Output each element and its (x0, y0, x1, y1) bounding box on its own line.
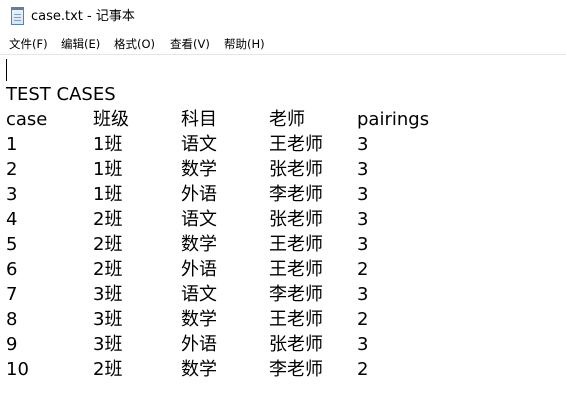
cell-teacher: 李老师 (269, 284, 323, 305)
cell-subject: 外语 (181, 259, 217, 280)
cell-pairings: 3 (357, 134, 369, 155)
cell-teacher: 王老师 (269, 234, 323, 255)
title-bar[interactable]: case.txt - 记事本 (0, 0, 566, 34)
cell-class: 3班 (93, 284, 123, 305)
cell-teacher: 王老师 (269, 134, 323, 155)
cell-case: 5 (6, 234, 18, 255)
cell-case: 4 (6, 209, 18, 230)
cell-case: 3 (6, 184, 18, 205)
menu-view[interactable]: 查看(V) (170, 36, 210, 52)
notepad-icon (11, 7, 24, 25)
document-heading: TEST CASES (6, 84, 116, 105)
cell-teacher: 李老师 (269, 184, 323, 205)
cell-subject: 数学 (181, 309, 217, 330)
cell-case: 7 (6, 284, 18, 305)
notepad-window: case.txt - 记事本 文件(F) 编辑(E) 格式(O) 查看(V) 帮… (0, 0, 566, 403)
cell-class: 1班 (93, 184, 123, 205)
cell-pairings: 2 (357, 259, 369, 280)
column-header: 科目 (181, 109, 217, 130)
cell-case: 6 (6, 259, 18, 280)
table-row: 2 1班 数学 张老师 3 (0, 157, 566, 182)
cell-case: 2 (6, 159, 18, 180)
cell-case: 10 (6, 359, 29, 380)
cell-pairings: 3 (357, 159, 369, 180)
cell-subject: 语文 (181, 209, 217, 230)
cell-pairings: 3 (357, 334, 369, 355)
cell-pairings: 3 (357, 184, 369, 205)
cell-pairings: 2 (357, 309, 369, 330)
window-title: case.txt - 记事本 (31, 9, 135, 24)
table-row: 4 2班 语文 张老师 3 (0, 207, 566, 232)
column-header: pairings (357, 109, 430, 130)
menu-help[interactable]: 帮助(H) (224, 36, 265, 52)
cell-subject: 数学 (181, 234, 217, 255)
cell-teacher: 王老师 (269, 259, 323, 280)
cell-subject: 外语 (181, 334, 217, 355)
cell-teacher: 张老师 (269, 159, 323, 180)
table-row: 7 3班 语文 李老师 3 (0, 282, 566, 307)
cell-case: 1 (6, 134, 18, 155)
cell-class: 2班 (93, 234, 123, 255)
cell-class: 1班 (93, 159, 123, 180)
menu-format[interactable]: 格式(O) (114, 36, 155, 52)
cell-pairings: 2 (357, 359, 369, 380)
cell-class: 3班 (93, 309, 123, 330)
header-row: case 班级 科目 老师 pairings (0, 107, 566, 132)
cell-class: 2班 (93, 259, 123, 280)
cell-subject: 数学 (181, 359, 217, 380)
menu-edit[interactable]: 编辑(E) (61, 36, 100, 52)
cell-teacher: 王老师 (269, 309, 323, 330)
table-row: 3 1班 外语 李老师 3 (0, 182, 566, 207)
cell-pairings: 3 (357, 234, 369, 255)
menu-bar: 文件(F) 编辑(E) 格式(O) 查看(V) 帮助(H) (0, 34, 566, 54)
cell-pairings: 3 (357, 209, 369, 230)
cell-class: 1班 (93, 134, 123, 155)
cell-subject: 语文 (181, 284, 217, 305)
table-row: 8 3班 数学 王老师 2 (0, 307, 566, 332)
column-header: 老师 (269, 109, 305, 130)
cell-class: 2班 (93, 359, 123, 380)
cell-subject: 语文 (181, 134, 217, 155)
table-row: 5 2班 数学 王老师 3 (0, 232, 566, 257)
cell-pairings: 3 (357, 284, 369, 305)
table-row: 9 3班 外语 张老师 3 (0, 332, 566, 357)
cell-class: 3班 (93, 334, 123, 355)
menu-file[interactable]: 文件(F) (9, 36, 48, 52)
cell-subject: 数学 (181, 159, 217, 180)
cell-subject: 外语 (181, 184, 217, 205)
column-header: 班级 (93, 109, 129, 130)
table-row: 10 2班 数学 李老师 2 (0, 357, 566, 382)
table-row: 6 2班 外语 王老师 2 (0, 257, 566, 282)
cell-case: 8 (6, 309, 18, 330)
cell-case: 9 (6, 334, 18, 355)
table-row: 1 1班 语文 王老师 3 (0, 132, 566, 157)
cell-teacher: 李老师 (269, 359, 323, 380)
column-header: case (6, 109, 48, 130)
cell-teacher: 张老师 (269, 209, 323, 230)
cell-teacher: 张老师 (269, 334, 323, 355)
text-editor[interactable]: TEST CASES case 班级 科目 老师 pairings 1 1班 语… (0, 54, 566, 403)
cell-class: 2班 (93, 209, 123, 230)
text-caret (6, 59, 7, 81)
